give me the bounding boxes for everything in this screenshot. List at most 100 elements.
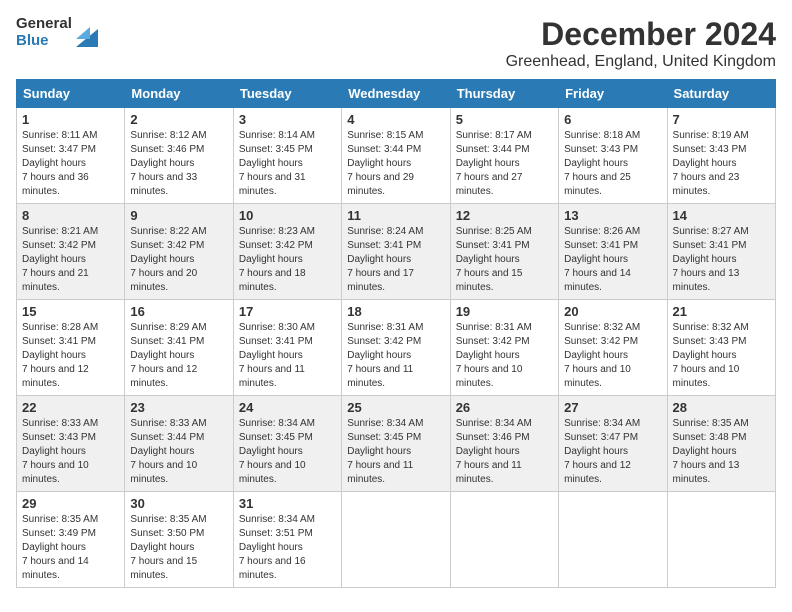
day-number: 4 <box>347 112 444 127</box>
subtitle: Greenhead, England, United Kingdom <box>506 53 776 71</box>
calendar-cell: 9 Sunrise: 8:22 AM Sunset: 3:42 PM Dayli… <box>125 204 233 300</box>
logo-blue: Blue <box>16 33 72 50</box>
day-number: 3 <box>239 112 336 127</box>
sunrise-label: Sunrise: 8:35 AM <box>673 418 749 429</box>
sunset-label: Sunset: 3:41 PM <box>564 240 638 251</box>
day-info: Sunrise: 8:30 AM Sunset: 3:41 PM Dayligh… <box>239 321 336 391</box>
sunset-label: Sunset: 3:44 PM <box>130 432 204 443</box>
daylight-value: 7 hours and 12 minutes. <box>130 364 197 389</box>
sunrise-label: Sunrise: 8:12 AM <box>130 130 206 141</box>
daylight-value: 7 hours and 11 minutes. <box>347 460 413 485</box>
daylight-value: 7 hours and 31 minutes. <box>239 172 306 197</box>
calendar-cell: 2 Sunrise: 8:12 AM Sunset: 3:46 PM Dayli… <box>125 108 233 204</box>
daylight-value: 7 hours and 11 minutes. <box>456 460 522 485</box>
day-info: Sunrise: 8:32 AM Sunset: 3:43 PM Dayligh… <box>673 321 770 391</box>
daylight-value: 7 hours and 10 minutes. <box>22 460 89 485</box>
calendar-cell: 5 Sunrise: 8:17 AM Sunset: 3:44 PM Dayli… <box>450 108 558 204</box>
calendar-cell: 22 Sunrise: 8:33 AM Sunset: 3:43 PM Dayl… <box>17 396 125 492</box>
sunset-label: Sunset: 3:41 PM <box>22 336 96 347</box>
day-info: Sunrise: 8:21 AM Sunset: 3:42 PM Dayligh… <box>22 225 119 295</box>
day-info: Sunrise: 8:19 AM Sunset: 3:43 PM Dayligh… <box>673 129 770 199</box>
sunset-label: Sunset: 3:43 PM <box>22 432 96 443</box>
calendar-cell: 1 Sunrise: 8:11 AM Sunset: 3:47 PM Dayli… <box>17 108 125 204</box>
sunrise-label: Sunrise: 8:33 AM <box>22 418 98 429</box>
sunrise-label: Sunrise: 8:31 AM <box>456 322 532 333</box>
sunrise-label: Sunrise: 8:18 AM <box>564 130 640 141</box>
logo-icon <box>76 19 98 47</box>
daylight-value: 7 hours and 27 minutes. <box>456 172 523 197</box>
daylight-value: 7 hours and 23 minutes. <box>673 172 740 197</box>
day-number: 29 <box>22 496 119 511</box>
calendar-cell: 19 Sunrise: 8:31 AM Sunset: 3:42 PM Dayl… <box>450 300 558 396</box>
sunset-label: Sunset: 3:46 PM <box>130 144 204 155</box>
daylight-value: 7 hours and 10 minutes. <box>456 364 523 389</box>
sunset-label: Sunset: 3:42 PM <box>456 336 530 347</box>
daylight-value: 7 hours and 17 minutes. <box>347 268 414 293</box>
daylight-value: 7 hours and 29 minutes. <box>347 172 414 197</box>
sunset-label: Sunset: 3:41 PM <box>347 240 421 251</box>
sunset-label: Sunset: 3:42 PM <box>239 240 313 251</box>
sunset-label: Sunset: 3:43 PM <box>564 144 638 155</box>
calendar-cell <box>559 492 667 588</box>
day-info: Sunrise: 8:33 AM Sunset: 3:43 PM Dayligh… <box>22 417 119 487</box>
sunrise-label: Sunrise: 8:31 AM <box>347 322 423 333</box>
daylight-label: Daylight hours <box>130 158 194 169</box>
calendar-cell: 11 Sunrise: 8:24 AM Sunset: 3:41 PM Dayl… <box>342 204 450 300</box>
sunset-label: Sunset: 3:41 PM <box>456 240 530 251</box>
daylight-label: Daylight hours <box>130 350 194 361</box>
calendar-cell <box>667 492 775 588</box>
day-info: Sunrise: 8:35 AM Sunset: 3:48 PM Dayligh… <box>673 417 770 487</box>
sunset-label: Sunset: 3:45 PM <box>347 432 421 443</box>
daylight-label: Daylight hours <box>456 254 520 265</box>
daylight-value: 7 hours and 15 minutes. <box>456 268 523 293</box>
day-info: Sunrise: 8:26 AM Sunset: 3:41 PM Dayligh… <box>564 225 661 295</box>
daylight-label: Daylight hours <box>673 446 737 457</box>
sunrise-label: Sunrise: 8:34 AM <box>239 514 315 525</box>
daylight-label: Daylight hours <box>564 350 628 361</box>
sunset-label: Sunset: 3:51 PM <box>239 528 313 539</box>
calendar-cell: 20 Sunrise: 8:32 AM Sunset: 3:42 PM Dayl… <box>559 300 667 396</box>
daylight-label: Daylight hours <box>456 350 520 361</box>
calendar-cell: 29 Sunrise: 8:35 AM Sunset: 3:49 PM Dayl… <box>17 492 125 588</box>
sunrise-label: Sunrise: 8:15 AM <box>347 130 423 141</box>
col-header-wednesday: Wednesday <box>342 80 450 108</box>
sunrise-label: Sunrise: 8:19 AM <box>673 130 749 141</box>
sunrise-label: Sunrise: 8:14 AM <box>239 130 315 141</box>
calendar-cell: 21 Sunrise: 8:32 AM Sunset: 3:43 PM Dayl… <box>667 300 775 396</box>
daylight-label: Daylight hours <box>239 254 303 265</box>
col-header-friday: Friday <box>559 80 667 108</box>
calendar-cell: 15 Sunrise: 8:28 AM Sunset: 3:41 PM Dayl… <box>17 300 125 396</box>
calendar-cell: 12 Sunrise: 8:25 AM Sunset: 3:41 PM Dayl… <box>450 204 558 300</box>
sunrise-label: Sunrise: 8:29 AM <box>130 322 206 333</box>
daylight-label: Daylight hours <box>564 158 628 169</box>
day-info: Sunrise: 8:24 AM Sunset: 3:41 PM Dayligh… <box>347 225 444 295</box>
sunset-label: Sunset: 3:50 PM <box>130 528 204 539</box>
sunrise-label: Sunrise: 8:35 AM <box>130 514 206 525</box>
daylight-label: Daylight hours <box>22 446 86 457</box>
calendar-cell: 25 Sunrise: 8:34 AM Sunset: 3:45 PM Dayl… <box>342 396 450 492</box>
calendar-cell: 30 Sunrise: 8:35 AM Sunset: 3:50 PM Dayl… <box>125 492 233 588</box>
daylight-value: 7 hours and 14 minutes. <box>22 556 89 581</box>
daylight-label: Daylight hours <box>239 158 303 169</box>
daylight-label: Daylight hours <box>239 350 303 361</box>
calendar-cell: 24 Sunrise: 8:34 AM Sunset: 3:45 PM Dayl… <box>233 396 341 492</box>
col-header-thursday: Thursday <box>450 80 558 108</box>
daylight-value: 7 hours and 12 minutes. <box>564 460 631 485</box>
sunset-label: Sunset: 3:45 PM <box>239 144 313 155</box>
sunrise-label: Sunrise: 8:26 AM <box>564 226 640 237</box>
day-info: Sunrise: 8:27 AM Sunset: 3:41 PM Dayligh… <box>673 225 770 295</box>
calendar-cell: 16 Sunrise: 8:29 AM Sunset: 3:41 PM Dayl… <box>125 300 233 396</box>
daylight-value: 7 hours and 11 minutes. <box>347 364 413 389</box>
sunset-label: Sunset: 3:48 PM <box>673 432 747 443</box>
day-number: 22 <box>22 400 119 415</box>
daylight-label: Daylight hours <box>347 254 411 265</box>
sunrise-label: Sunrise: 8:27 AM <box>673 226 749 237</box>
sunrise-label: Sunrise: 8:30 AM <box>239 322 315 333</box>
day-number: 9 <box>130 208 227 223</box>
day-info: Sunrise: 8:31 AM Sunset: 3:42 PM Dayligh… <box>456 321 553 391</box>
day-number: 27 <box>564 400 661 415</box>
daylight-label: Daylight hours <box>347 350 411 361</box>
day-number: 30 <box>130 496 227 511</box>
logo: General Blue <box>16 16 98 49</box>
day-info: Sunrise: 8:35 AM Sunset: 3:50 PM Dayligh… <box>130 513 227 583</box>
